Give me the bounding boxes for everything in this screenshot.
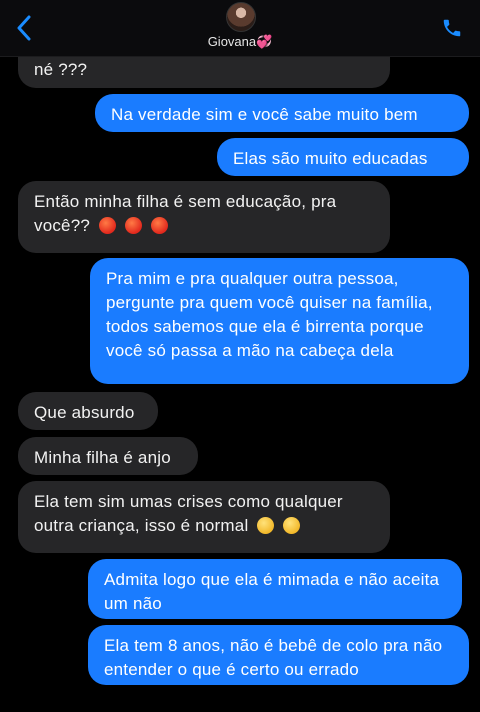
- message-text: Admita logo que ela é mimada e não aceit…: [104, 570, 440, 613]
- message-bubble-incoming[interactable]: Ela tem sim umas crises como qualquer ou…: [18, 481, 390, 553]
- message-bubble-outgoing[interactable]: Pra mim e pra qualquer outra pessoa, per…: [90, 258, 469, 384]
- message-text: Minha filha é anjo: [34, 448, 171, 467]
- message-text: Na verdade sim e você sabe muito bem: [111, 105, 418, 124]
- call-button[interactable]: [438, 14, 466, 42]
- message-text: Então minha filha é sem educação, pra vo…: [34, 192, 337, 235]
- message-bubble-outgoing[interactable]: Elas são muito educadas: [217, 138, 469, 176]
- phone-icon: [443, 19, 461, 37]
- message-text: Ela tem 8 anos, não é bebê de colo pra n…: [104, 636, 443, 679]
- message-bubble-incoming[interactable]: Então minha filha é sem educação, pra vo…: [18, 181, 390, 253]
- message-bubble-incoming[interactable]: Minha filha é anjo: [18, 437, 198, 475]
- message-thread[interactable]: né ??? Na verdade sim e você sabe muito …: [0, 0, 480, 712]
- message-text: Pra mim e pra qualquer outra pessoa, per…: [106, 269, 433, 360]
- message-bubble-outgoing[interactable]: Ela tem 8 anos, não é bebê de colo pra n…: [88, 625, 469, 685]
- flushed-face-icon: [257, 517, 275, 534]
- message-bubble-outgoing[interactable]: Na verdade sim e você sabe muito bem: [95, 94, 469, 132]
- message-bubble-incoming[interactable]: Que absurdo: [18, 392, 158, 430]
- chat-header: Giovana💞: [0, 0, 480, 57]
- flushed-face-icon: [283, 517, 301, 534]
- message-bubble-outgoing[interactable]: Admita logo que ela é mimada e não aceit…: [88, 559, 462, 619]
- angry-face-icon: [98, 217, 116, 234]
- message-text: Que absurdo: [34, 403, 135, 422]
- contact-name[interactable]: Giovana💞: [0, 34, 480, 50]
- avatar[interactable]: [226, 2, 256, 32]
- message-text: Elas são muito educadas: [233, 149, 428, 168]
- angry-face-icon: [150, 217, 168, 234]
- message-text: né ???: [34, 60, 88, 79]
- angry-face-icon: [124, 217, 142, 234]
